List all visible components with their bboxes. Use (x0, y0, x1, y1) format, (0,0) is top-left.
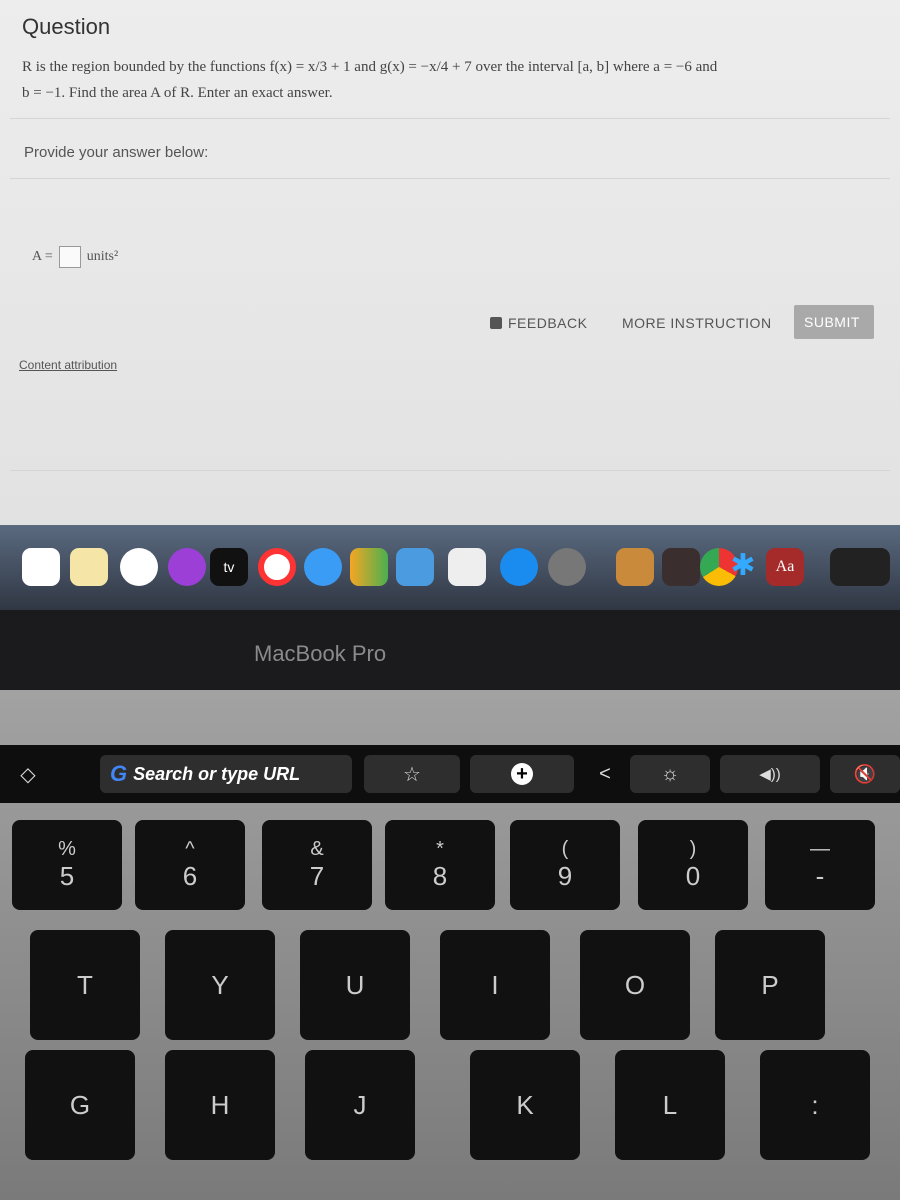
answer-label: A = (32, 249, 53, 264)
news-icon[interactable] (258, 548, 296, 586)
more-instruction-button[interactable]: MORE INSTRUCTION (612, 308, 782, 338)
question-line-2: b = −1. Find the area A of R. Enter an e… (22, 85, 333, 101)
keynote-icon[interactable] (396, 548, 434, 586)
esc-icon[interactable]: ◇ (8, 755, 48, 793)
laptop-bezel (0, 610, 900, 690)
key-K[interactable]: K (470, 1050, 580, 1160)
new-tab-button[interactable]: + (470, 755, 574, 793)
podcasts-icon[interactable] (168, 548, 206, 586)
key-J[interactable]: J (305, 1050, 415, 1160)
key-label: 5 (59, 861, 75, 891)
brightness-button[interactable]: ☼ (630, 755, 710, 793)
google-icon: G (110, 761, 128, 786)
photo-booth-icon[interactable] (662, 548, 700, 586)
key-label: H (210, 1089, 230, 1120)
textedit-icon[interactable] (448, 548, 486, 586)
key-label: Y (211, 969, 229, 1000)
numbers-icon[interactable] (350, 548, 388, 586)
key-T[interactable]: T (30, 930, 140, 1040)
plus-icon: + (511, 763, 533, 785)
submit-button[interactable]: SUBMIT (794, 305, 874, 339)
messages-icon[interactable] (304, 548, 342, 586)
dictionary-icon[interactable]: Aa (766, 548, 804, 586)
key-label: P (761, 969, 779, 1000)
answer-row: A = units² (32, 246, 118, 268)
key-U[interactable]: U (300, 930, 410, 1040)
key-Y[interactable]: Y (165, 930, 275, 1040)
key-L[interactable]: L (615, 1050, 725, 1160)
key-label: 0 (685, 861, 701, 891)
star-icon: ☆ (403, 763, 421, 786)
app-store-icon[interactable] (500, 548, 538, 586)
key-shift-label: * (436, 838, 444, 860)
notes-icon[interactable] (70, 548, 108, 586)
system-preferences-icon[interactable] (548, 548, 586, 586)
answer-input[interactable] (58, 246, 81, 268)
key-9[interactable]: (9 (510, 820, 620, 910)
key-P[interactable]: P (715, 930, 825, 1040)
macbook-pro-label: MacBook Pro (254, 641, 387, 666)
feedback-button[interactable]: FEEDBACK (480, 308, 597, 338)
divider (10, 178, 890, 179)
key-5[interactable]: % 5 (12, 820, 122, 910)
key-8[interactable]: * 8 (385, 820, 495, 910)
content-attribution-link[interactable]: Content attribution (19, 358, 117, 372)
volume-button[interactable]: ◀)) (720, 755, 820, 793)
key-:[interactable]: : (760, 1050, 870, 1160)
question-text: R is the region bounded by the functions… (22, 54, 872, 106)
url-placeholder: Search or type URL (133, 763, 301, 784)
browser-screen: Question R is the region bounded by the … (0, 0, 900, 525)
music-icon[interactable] (120, 548, 158, 586)
question-line-1: R is the region bounded by the functions… (22, 59, 718, 75)
key-I[interactable]: I (440, 930, 550, 1040)
key-label: K (516, 1089, 534, 1120)
key-label: L (662, 1089, 678, 1120)
key-shift-label: ( (561, 838, 569, 860)
key-shift-label: ^ (185, 838, 195, 860)
divider (10, 470, 890, 471)
units-label: units² (86, 249, 119, 264)
url-search-field[interactable]: G Search or type URL (100, 755, 352, 793)
key-label: - (815, 861, 825, 891)
question-title: Question (22, 14, 111, 39)
collapse-button[interactable]: < (590, 755, 620, 793)
key-label: 9 (557, 861, 573, 891)
key-label: G (69, 1089, 91, 1120)
key-label: 8 (432, 861, 448, 891)
key-label: T (77, 969, 93, 1000)
key-0[interactable]: ) 0 (638, 820, 748, 910)
key-shift-label: % (58, 838, 76, 860)
bookmark-button[interactable]: ☆ (364, 755, 460, 793)
key-label: 7 (309, 861, 325, 891)
bluetooth-icon[interactable]: ✱ (724, 548, 762, 586)
tv-icon[interactable]: tv (210, 548, 248, 586)
key--[interactable]: — - (765, 820, 875, 910)
garageband-icon[interactable] (616, 548, 654, 586)
reminders-icon[interactable] (22, 548, 60, 586)
divider (10, 118, 890, 119)
key-label: I (491, 969, 499, 1000)
mute-button[interactable]: 🔇 (830, 755, 900, 793)
key-7[interactable]: & 7 (262, 820, 372, 910)
key-H[interactable]: H (165, 1050, 275, 1160)
key-label: 6 (182, 861, 198, 891)
key-label: U (345, 969, 365, 1000)
provide-label: Provide your answer below: (24, 144, 209, 161)
key-label: : (811, 1089, 819, 1120)
key-label: J (353, 1089, 367, 1120)
key-O[interactable]: O (580, 930, 690, 1040)
screen-thumbnail-icon[interactable] (830, 548, 890, 586)
feedback-label: FEEDBACK (508, 315, 588, 331)
key-G[interactable]: G (25, 1050, 135, 1160)
key-label: O (624, 969, 646, 1000)
feedback-icon (490, 317, 502, 329)
key-shift-label: — (810, 838, 830, 860)
key-shift-label: ) (689, 838, 697, 860)
key-shift-label: & (310, 838, 324, 860)
key-6[interactable]: ^ 6 (135, 820, 245, 910)
